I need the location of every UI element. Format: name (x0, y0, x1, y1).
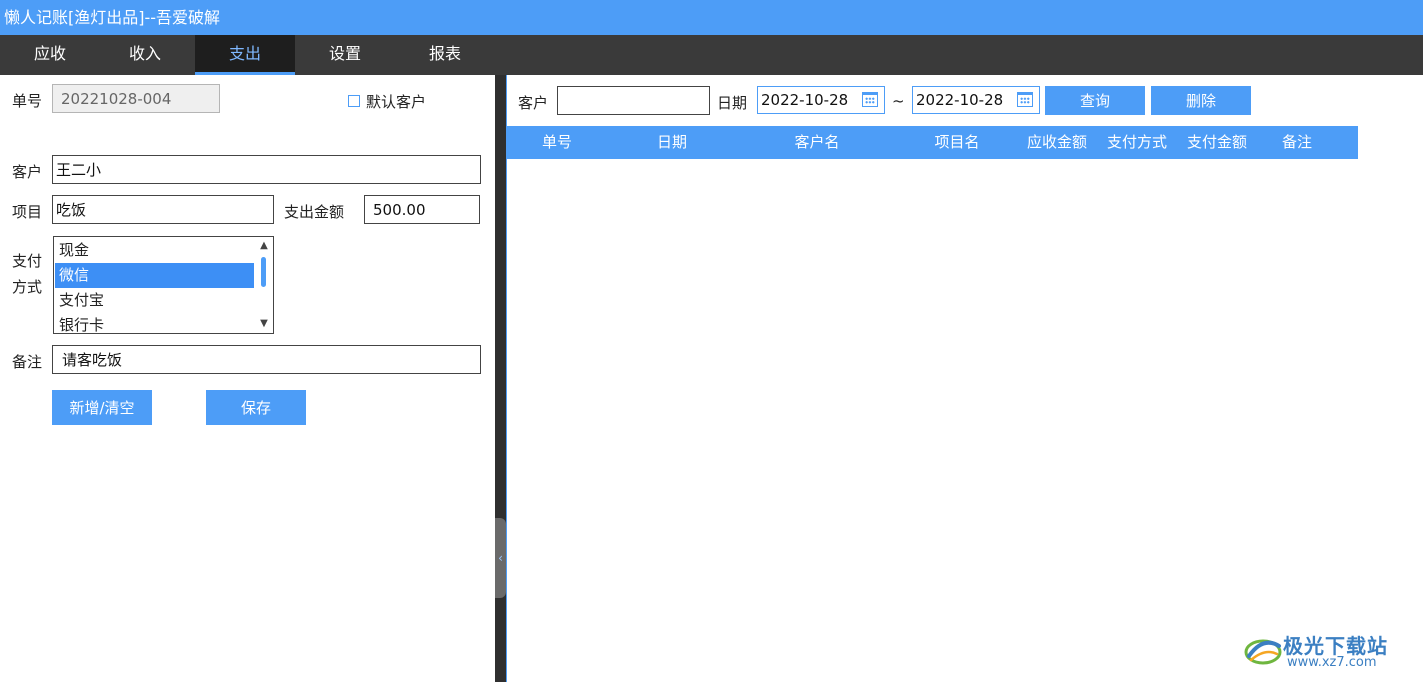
scroll-down-icon[interactable]: ▼ (255, 317, 273, 331)
payment-option-wechat[interactable]: 微信 (55, 263, 254, 288)
default-customer-checkbox[interactable]: 默认客户 (348, 91, 426, 111)
payment-method-listbox[interactable]: 现金 微信 支付宝 银行卡 ▲ ▼ (53, 236, 274, 334)
order-no-field (52, 84, 220, 113)
panel-splitter[interactable]: ‹ (495, 75, 506, 682)
customer-label: 客户 (12, 163, 43, 181)
tab-receivable[interactable]: 应收 (0, 35, 100, 75)
scroll-thumb[interactable] (261, 257, 266, 287)
note-input[interactable] (52, 345, 481, 374)
item-input[interactable] (52, 195, 274, 224)
tab-expense[interactable]: 支出 (195, 35, 295, 75)
checkbox-box[interactable] (348, 95, 360, 107)
tab-settings[interactable]: 设置 (295, 35, 395, 75)
calendar-icon[interactable] (862, 92, 878, 107)
payment-option-cash[interactable]: 现金 (55, 238, 254, 263)
entry-form-panel: 单号 默认客户 客户 项目 支出金额 支付 方式 现金 微信 支付宝 银行卡 ▲… (0, 75, 495, 682)
query-customer-label: 客户 (518, 94, 549, 112)
window-title: 懒人记账[渔灯出品]--吾爱破解 (0, 0, 1423, 35)
payment-option-bankcard[interactable]: 银行卡 (55, 313, 254, 333)
date-to-picker[interactable]: 2022-10-28 (912, 86, 1040, 114)
column-header-date[interactable]: 日期 (622, 126, 722, 159)
collapse-chevron-icon[interactable]: ‹ (495, 518, 506, 598)
payment-label-line1: 支付 (12, 252, 43, 270)
default-customer-label: 默认客户 (366, 92, 427, 111)
item-label: 项目 (12, 203, 43, 221)
column-header-customer[interactable]: 客户名 (747, 126, 887, 159)
date-range-separator: ~ (892, 92, 905, 110)
watermark-url: www.xz7.com (1287, 655, 1377, 670)
date-from-value: 2022-10-28 (761, 91, 849, 109)
column-header-payment-amount[interactable]: 支付金额 (1177, 126, 1257, 159)
records-panel: 客户 日期 2022-10-28 ~ 2022-10-28 查询 删除 单号 日… (506, 75, 1423, 682)
payment-option-alipay[interactable]: 支付宝 (55, 288, 254, 313)
amount-input[interactable] (364, 195, 480, 224)
column-header-receivable-amount[interactable]: 应收金额 (1017, 126, 1097, 159)
aurora-logo-icon (1244, 639, 1282, 665)
payment-label-line2: 方式 (12, 278, 43, 296)
note-label: 备注 (12, 353, 43, 371)
column-header-item[interactable]: 项目名 (907, 126, 1007, 159)
tab-income[interactable]: 收入 (95, 35, 195, 75)
query-date-label: 日期 (717, 94, 748, 112)
site-watermark: 极光下载站 www.xz7.com (1243, 628, 1413, 674)
column-header-note[interactable]: 备注 (1257, 126, 1337, 159)
query-customer-input[interactable] (557, 86, 710, 115)
tab-bar: 应收 收入 支出 设置 报表 (0, 35, 1423, 75)
calendar-icon[interactable] (1017, 92, 1033, 107)
table-header: 单号 日期 客户名 项目名 应收金额 支付方式 支付金额 备注 (507, 126, 1358, 159)
order-no-label: 单号 (12, 92, 43, 110)
tab-report[interactable]: 报表 (395, 35, 495, 75)
column-header-order-no[interactable]: 单号 (507, 126, 607, 159)
save-button[interactable]: 保存 (206, 390, 306, 425)
customer-input[interactable] (52, 155, 481, 184)
new-clear-button[interactable]: 新增/清空 (52, 390, 152, 425)
date-to-value: 2022-10-28 (916, 91, 1004, 109)
column-header-payment-method[interactable]: 支付方式 (1097, 126, 1177, 159)
listbox-scrollbar[interactable]: ▲ ▼ (255, 237, 273, 333)
amount-label: 支出金额 (284, 203, 345, 221)
scroll-up-icon[interactable]: ▲ (255, 239, 273, 253)
delete-button[interactable]: 删除 (1151, 86, 1251, 115)
date-from-picker[interactable]: 2022-10-28 (757, 86, 885, 114)
search-button[interactable]: 查询 (1045, 86, 1145, 115)
